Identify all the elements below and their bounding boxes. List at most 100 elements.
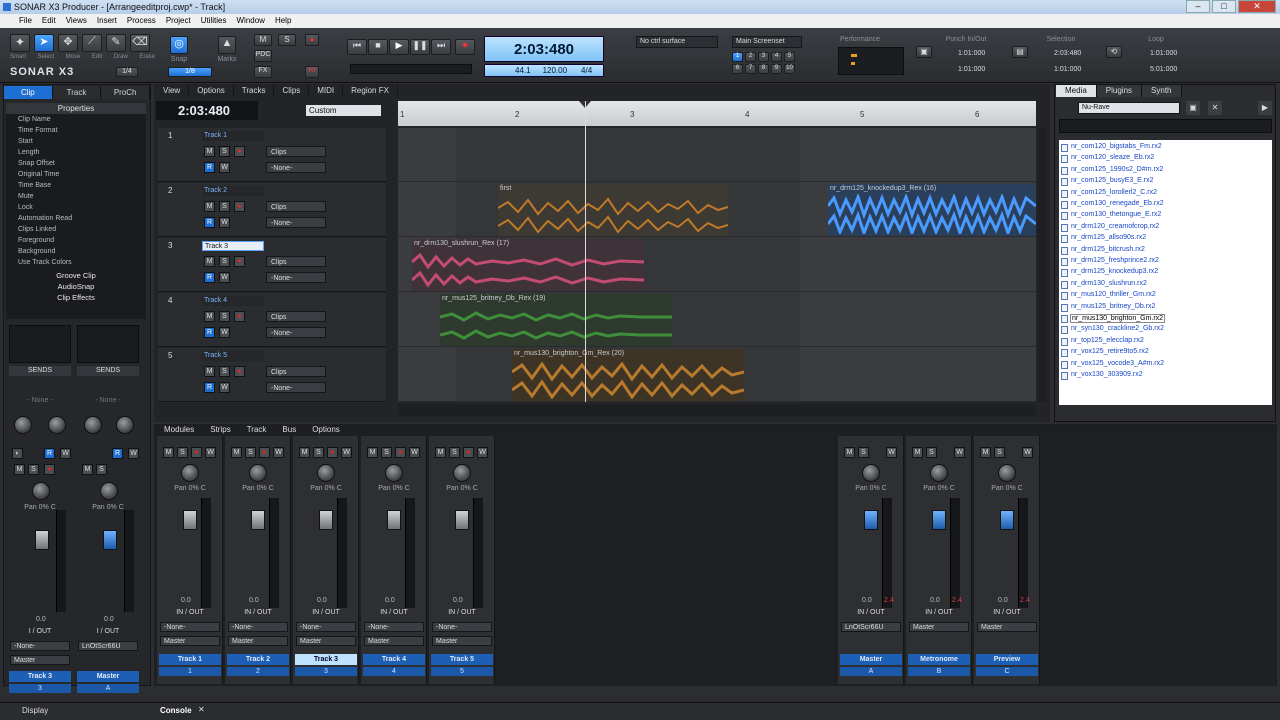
track5-clips-dropdown[interactable]: Clips bbox=[266, 366, 326, 377]
insp-read-1[interactable]: R bbox=[44, 448, 55, 459]
media-file-item[interactable]: nr_drm125_knockedup3.rx2 bbox=[1071, 268, 1158, 275]
strip-write[interactable]: W bbox=[273, 447, 284, 458]
strip-output[interactable]: Master bbox=[977, 622, 1037, 632]
strip-arm[interactable]: ● bbox=[259, 447, 270, 458]
draw-tool-icon[interactable]: ✎ bbox=[106, 34, 126, 52]
prop-snap-offset[interactable]: Snap Offset bbox=[18, 160, 55, 167]
strip-name[interactable]: Preview bbox=[976, 654, 1038, 665]
strip-write[interactable]: W bbox=[886, 447, 897, 458]
track4-write[interactable]: W bbox=[219, 327, 230, 338]
track1-clips-dropdown[interactable]: Clips bbox=[266, 146, 326, 157]
strip-pan-knob[interactable] bbox=[930, 464, 948, 482]
prop-automation-read[interactable]: Automation Read bbox=[18, 215, 72, 222]
strip-solo[interactable]: S bbox=[245, 447, 256, 458]
track3-clips-dropdown[interactable]: Clips bbox=[266, 256, 326, 267]
insp-fader-2[interactable] bbox=[103, 530, 117, 550]
clip-brighton[interactable]: nr_mus130_brighton_Gm_Rex (20) bbox=[512, 349, 744, 401]
strip-fader[interactable] bbox=[864, 510, 878, 530]
strip-solo[interactable]: S bbox=[926, 447, 937, 458]
global-mute-button[interactable]: M bbox=[254, 34, 272, 46]
snap-fraction-display[interactable]: 1/4 bbox=[116, 67, 138, 77]
selection-icon[interactable]: ▤ bbox=[1012, 46, 1028, 58]
track2-write[interactable]: W bbox=[219, 217, 230, 228]
screenset-1[interactable]: 1 bbox=[732, 52, 743, 62]
delete-icon[interactable]: ✕ bbox=[1208, 101, 1222, 115]
record-icon[interactable]: ⏺ bbox=[455, 39, 475, 55]
tab-proch[interactable]: ProCh bbox=[101, 86, 151, 99]
track-preset-dropdown[interactable]: Custom bbox=[306, 105, 381, 116]
prop-use-track-colors[interactable]: Use Track Colors bbox=[18, 259, 72, 266]
strip-write[interactable]: W bbox=[477, 447, 488, 458]
screenset-10[interactable]: 10 bbox=[784, 64, 795, 74]
screenset-6[interactable]: 6 bbox=[732, 64, 743, 74]
smart-tool-icon[interactable]: ✦ bbox=[10, 34, 30, 52]
track3-arm[interactable]: ● bbox=[234, 256, 245, 267]
strip-fader[interactable] bbox=[319, 510, 333, 530]
insp-input-echo-1[interactable]: ◐ bbox=[12, 448, 23, 459]
strip-output[interactable]: Master bbox=[432, 636, 492, 646]
strip-name[interactable]: Track 3 bbox=[295, 654, 357, 665]
stop-icon[interactable]: ■ bbox=[368, 39, 388, 55]
minimize-button[interactable]: – bbox=[1186, 0, 1210, 13]
track2-mute[interactable]: M bbox=[204, 201, 215, 212]
tempo-value[interactable]: 120.00 bbox=[543, 66, 567, 75]
menu-clips[interactable]: Clips bbox=[274, 85, 310, 97]
rewind-icon[interactable]: ⏮ bbox=[347, 39, 367, 55]
loop-end-value[interactable]: 5:01:000 bbox=[1150, 66, 1177, 73]
track3-solo[interactable]: S bbox=[219, 256, 230, 267]
pause-icon[interactable]: ❚❚ bbox=[410, 39, 430, 55]
track3-write[interactable]: W bbox=[219, 272, 230, 283]
strip-mute[interactable]: M bbox=[844, 447, 855, 458]
snap-value[interactable]: 1/8 bbox=[168, 67, 212, 77]
fast-forward-icon[interactable]: ⏭ bbox=[431, 39, 451, 55]
selection-start-value[interactable]: 2:03:480 bbox=[1054, 50, 1081, 57]
strip-arm[interactable]: ● bbox=[191, 447, 202, 458]
marks-icon[interactable]: ▲ bbox=[218, 36, 236, 54]
track-header-3[interactable]: 3 Track 3 M S ● Clips R W -None- bbox=[158, 238, 386, 292]
console-menu-modules[interactable]: Modules bbox=[156, 424, 202, 435]
strip-solo[interactable]: S bbox=[858, 447, 869, 458]
media-file-item[interactable]: nr_syn130_crackline2_Gb.rx2 bbox=[1071, 325, 1164, 332]
screenset-4[interactable]: 4 bbox=[771, 52, 782, 62]
strip-solo[interactable]: S bbox=[381, 447, 392, 458]
media-file-item[interactable]: nr_com130_renegade_Eb.rx2 bbox=[1071, 200, 1164, 207]
menu-file[interactable]: File bbox=[18, 14, 33, 28]
play-icon[interactable]: ▶ bbox=[389, 39, 409, 55]
close-button[interactable]: ✕ bbox=[1238, 0, 1276, 13]
menu-tracks[interactable]: Tracks bbox=[234, 85, 275, 97]
tab-synth[interactable]: Synth bbox=[1142, 85, 1182, 97]
strip-output[interactable]: Master bbox=[160, 636, 220, 646]
menu-window[interactable]: Window bbox=[236, 14, 266, 28]
strip-mute[interactable]: M bbox=[980, 447, 991, 458]
strip-input[interactable]: -None- bbox=[228, 622, 288, 632]
screenset-9[interactable]: 9 bbox=[771, 64, 782, 74]
prop-original-time[interactable]: Original Time bbox=[18, 171, 59, 178]
track5-input-dropdown[interactable]: -None- bbox=[266, 382, 326, 393]
insp-fader-1[interactable] bbox=[35, 530, 49, 550]
strip-solo[interactable]: S bbox=[449, 447, 460, 458]
strip-name[interactable]: Track 1 bbox=[159, 654, 221, 665]
prop-foreground[interactable]: Foreground bbox=[18, 237, 54, 244]
section-clip-effects[interactable]: Clip Effects bbox=[6, 293, 146, 302]
play-preview-icon[interactable]: ▶ bbox=[1258, 101, 1272, 115]
strip-name[interactable]: Track 5 bbox=[431, 654, 493, 665]
display-tab[interactable]: Display bbox=[22, 706, 48, 715]
global-solo-button[interactable]: S bbox=[278, 34, 296, 46]
insp-pan-knob-2[interactable] bbox=[100, 482, 118, 500]
strip-arm[interactable]: ● bbox=[327, 447, 338, 458]
strip-pan-knob[interactable] bbox=[385, 464, 403, 482]
strip-name[interactable]: Metronome bbox=[908, 654, 970, 665]
track3-input-dropdown[interactable]: -None- bbox=[266, 272, 326, 283]
media-file-item[interactable]: nr_com120_bigstabs_Fm.rx2 bbox=[1071, 143, 1162, 150]
strip-output[interactable]: Master bbox=[909, 622, 969, 632]
record-arm-all-icon[interactable]: ● bbox=[305, 34, 319, 46]
prop-time-base[interactable]: Time Base bbox=[18, 182, 51, 189]
media-file-item[interactable]: nr_vox125_retire9to5.rx2 bbox=[1071, 348, 1149, 355]
save-icon[interactable]: ▣ bbox=[1186, 101, 1200, 115]
select-tool-icon[interactable]: ➤ bbox=[34, 34, 54, 52]
console-menu-strips[interactable]: Strips bbox=[202, 424, 238, 435]
track5-solo[interactable]: S bbox=[219, 366, 230, 377]
strip-input[interactable]: -None- bbox=[432, 622, 492, 632]
snap-icon[interactable]: ◎ bbox=[170, 36, 188, 54]
meter-value[interactable]: 4/4 bbox=[581, 66, 592, 75]
